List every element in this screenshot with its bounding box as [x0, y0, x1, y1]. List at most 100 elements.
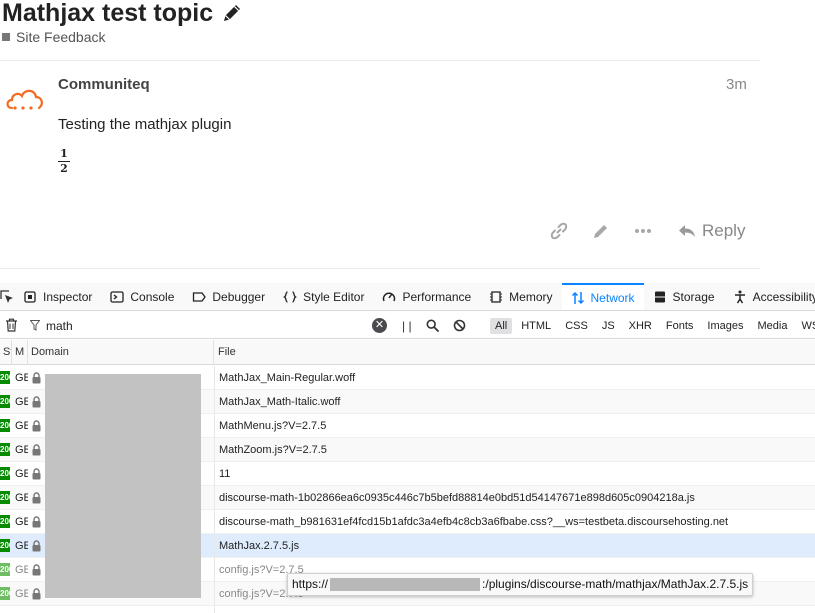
column-domain[interactable]: Domain [28, 340, 214, 365]
pick-element-button[interactable] [0, 283, 14, 310]
request-type-filters: AllHTMLCSSJSXHRFontsImagesMediaWS [490, 312, 815, 339]
page: Mathjax test topic Site Feedback Communi… [0, 0, 815, 613]
status-badge: 200 [0, 443, 10, 456]
lock-icon [32, 420, 41, 432]
tab-network[interactable]: Network [561, 283, 644, 310]
status-badge: 200 [0, 467, 10, 480]
style-editor-icon [283, 290, 298, 303]
request-method: GET [15, 372, 28, 384]
status-badge: 200 [0, 395, 10, 408]
filter-type-images[interactable]: Images [702, 318, 748, 334]
category-label: Site Feedback [16, 29, 106, 45]
storage-icon [654, 291, 665, 302]
tab-console[interactable]: Console [101, 283, 183, 310]
tab-style-editor[interactable]: Style Editor [274, 283, 373, 310]
tab-label: Console [130, 289, 175, 304]
post-username[interactable]: Communiteq [58, 76, 150, 93]
status-badge: 200 [0, 563, 10, 576]
pause-icon[interactable]: | | [402, 319, 412, 333]
tab-storage[interactable]: Storage [644, 283, 724, 310]
filter-type-xhr[interactable]: XHR [624, 318, 657, 334]
lock-icon [32, 516, 41, 528]
filter-type-fonts[interactable]: Fonts [661, 318, 699, 334]
tab-label: Network [590, 290, 635, 305]
share-link-button[interactable] [548, 219, 570, 243]
request-file: MathJax.2.7.5.js [219, 540, 300, 552]
tab-label: Inspector [43, 289, 93, 304]
filter-type-js[interactable]: JS [597, 318, 620, 334]
ellipsis-icon [635, 229, 651, 233]
filter-type-html[interactable]: HTML [516, 318, 556, 334]
status-badge: 200 [0, 419, 10, 432]
tab-label: Style Editor [303, 289, 365, 304]
tooltip-redacted-host [330, 578, 481, 591]
link-icon [550, 222, 568, 240]
column-method[interactable]: M [12, 340, 28, 365]
category-badge[interactable]: Site Feedback [2, 29, 106, 45]
request-method: GET [15, 468, 28, 480]
lock-icon [32, 588, 41, 600]
topic-title[interactable]: Mathjax test topic [2, 0, 213, 28]
devtools-tabs: Inspector Console Debugger Style Editor Perf… [14, 283, 815, 310]
request-method: GET [15, 516, 28, 528]
post-age[interactable]: 3m [726, 76, 747, 93]
debugger-icon [193, 291, 207, 302]
lock-icon [32, 468, 41, 480]
pencil-icon [594, 225, 607, 238]
request-file: MathMenu.js?V=2.7.5 [219, 420, 327, 432]
lock-icon [32, 540, 41, 552]
avatar[interactable] [4, 84, 46, 112]
filter-type-css[interactable]: CSS [560, 318, 593, 334]
fraction-denominator: 2 [60, 162, 68, 175]
request-file: MathZoom.js?V=2.7.5 [219, 444, 327, 456]
pick-element-icon [0, 289, 13, 303]
tab-label: Accessibility [752, 289, 815, 304]
filter-type-media[interactable]: Media [752, 318, 792, 334]
request-method: GET [15, 396, 28, 408]
filter-type-all[interactable]: All [490, 317, 513, 334]
column-file[interactable]: File [215, 340, 815, 365]
tab-label: Memory [509, 289, 553, 304]
request-method: GET [15, 420, 28, 432]
console-icon [110, 290, 125, 303]
performance-icon [383, 291, 396, 301]
post-body: Testing the mathjax plugin [58, 116, 232, 133]
status-badge: 200 [0, 515, 10, 528]
request-method: GET [15, 492, 28, 504]
tab-accessibility[interactable]: Accessibility [724, 283, 815, 310]
request-file: 11 [219, 468, 231, 480]
fraction-numerator: 1 [60, 147, 68, 160]
topic-title-row: Mathjax test topic [2, 0, 243, 30]
tab-memory[interactable]: Memory [480, 283, 561, 310]
status-badge: 200 [0, 539, 10, 552]
network-toolbar: | | [402, 312, 466, 339]
tab-label: Debugger [212, 289, 266, 304]
search-icon[interactable] [426, 319, 439, 332]
tab-inspector[interactable]: Inspector [14, 283, 101, 310]
request-method: GET [15, 588, 28, 600]
column-status[interactable]: St [0, 340, 12, 365]
url-tooltip: https:// :/plugins/discourse-math/mathja… [287, 573, 754, 596]
pencil-icon[interactable] [221, 2, 243, 24]
requests-table-header: St M Domain File [0, 340, 815, 365]
more-actions-button[interactable] [632, 219, 654, 243]
tab-performance[interactable]: Performance [373, 283, 480, 310]
tooltip-url-suffix: :/plugins/discourse-math/mathjax/MathJax… [482, 577, 749, 591]
edit-post-button[interactable] [590, 219, 612, 243]
clear-requests-button[interactable] [0, 318, 22, 332]
filter-urls-input[interactable]: math [30, 312, 392, 339]
inspector-icon [24, 290, 36, 303]
request-file: discourse-math_b981631ef4fcd15b1afdc3a4e… [219, 516, 729, 528]
clear-filter-icon[interactable]: ✕ [372, 318, 387, 333]
tab-debugger[interactable]: Debugger [183, 283, 274, 310]
filter-type-ws[interactable]: WS [796, 318, 815, 334]
reply-button[interactable]: Reply [678, 221, 745, 241]
request-file: MathJax_Math-Italic.woff [219, 396, 341, 408]
block-icon[interactable] [453, 319, 466, 332]
lock-icon [32, 372, 41, 384]
trash-icon [5, 318, 17, 332]
status-badge: 200 [0, 587, 10, 600]
tab-label: Storage [672, 289, 715, 304]
status-badge: 200 [0, 491, 10, 504]
request-method: GET [15, 540, 28, 552]
